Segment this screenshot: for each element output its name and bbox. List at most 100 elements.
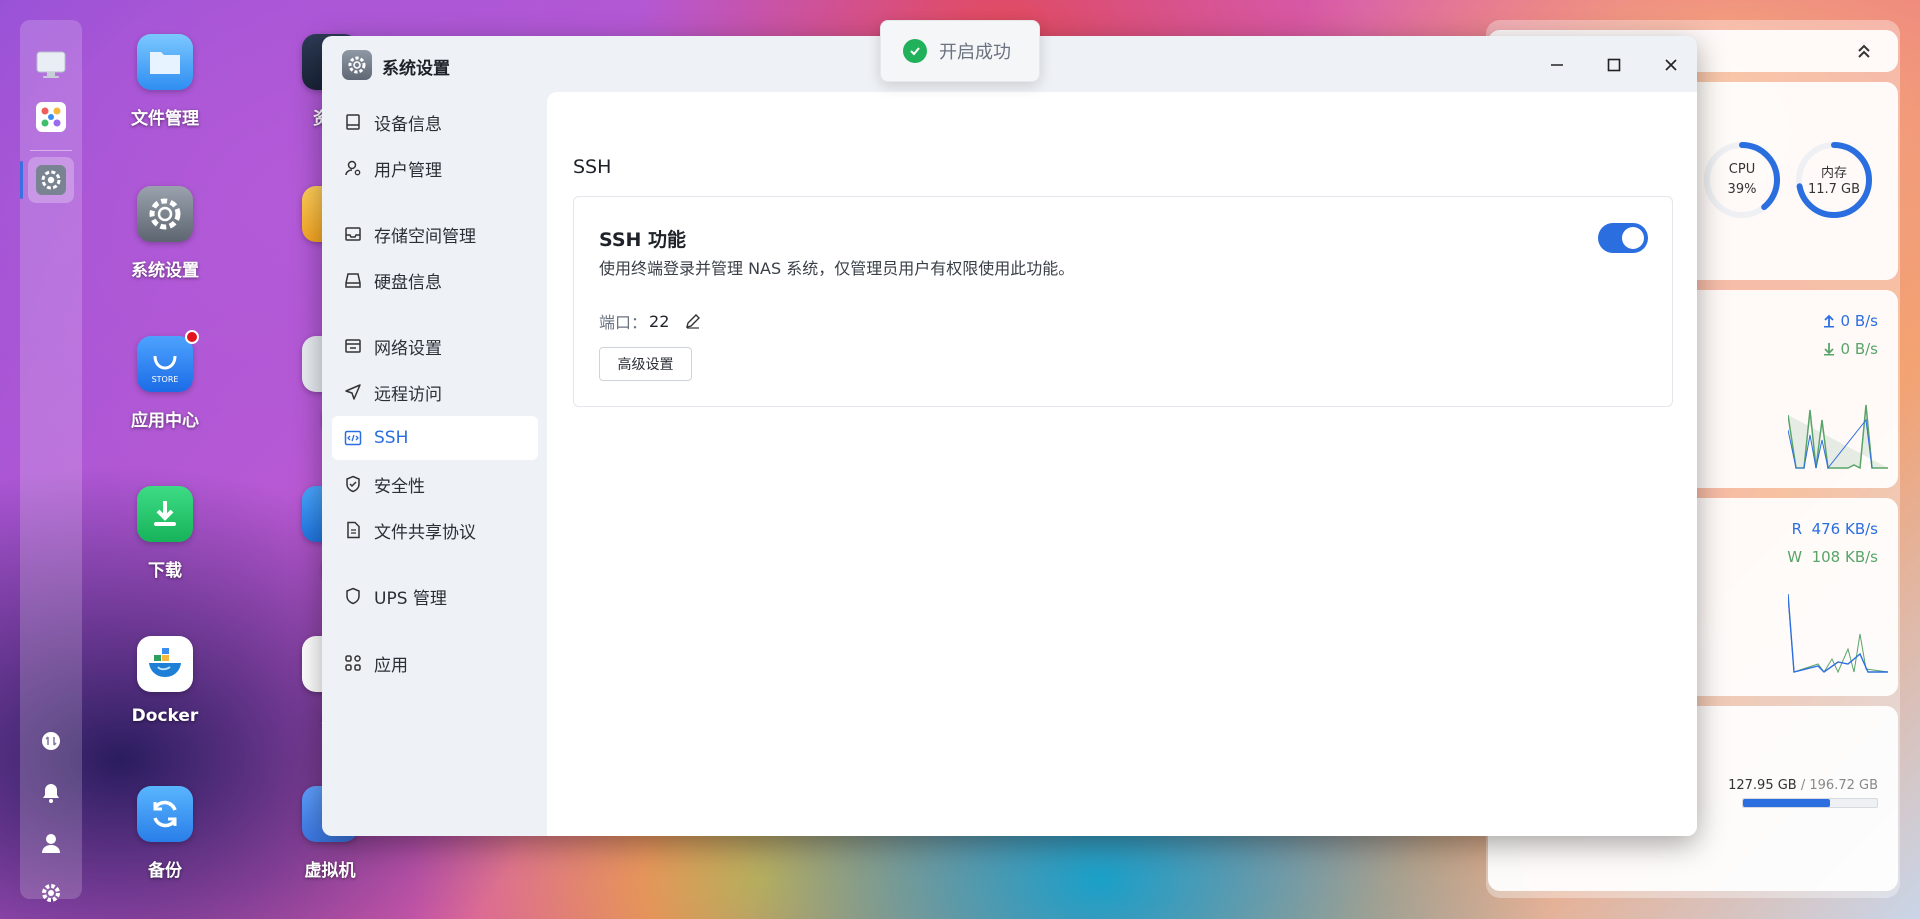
nav-item-security[interactable]: 安全性 (332, 462, 538, 506)
nav-item-storage[interactable]: 存储空间管理 (332, 212, 538, 256)
nav-item-apps[interactable]: 应用 (332, 641, 538, 685)
ssh-settings-card: SSH 功能 使用终端登录并管理 NAS 系统，仅管理员用户有权限使用此功能。 … (573, 196, 1673, 407)
nav-item-label: 应用 (374, 655, 408, 676)
nav-item-label: 用户管理 (374, 160, 442, 181)
edit-icon[interactable] (685, 313, 701, 329)
window-title: 系统设置 (382, 59, 450, 79)
settings-app-icon (342, 50, 372, 80)
nav-item-ups[interactable]: UPS 管理 (332, 574, 538, 618)
nav-item-remote-access[interactable]: 远程访问 (332, 370, 538, 414)
nav-item-label: SSH (374, 428, 409, 448)
disk-read-label: R (1791, 520, 1803, 538)
storage-usage-text: 127.95 GB / 196.72 GB (1728, 778, 1878, 793)
shield-icon (346, 587, 360, 605)
notification-dot (185, 330, 199, 344)
dock-divider (30, 150, 72, 151)
desktop-icon-app-center[interactable]: STORE 应用中心 (105, 330, 225, 431)
user-gear-icon (345, 160, 361, 176)
ssh-card-title: SSH 功能 (599, 229, 687, 251)
system-settings-window: 系统设置 设备信息 用户管理 存储空间管理 硬盘信息 网络设置 远程访问 SSH… (322, 36, 1697, 836)
backup-icon (137, 786, 193, 842)
ssh-port-row: 端口： 22 (599, 309, 701, 333)
store-text: STORE (151, 375, 179, 384)
ssh-card-description: 使用终端登录并管理 NAS 系统，仅管理员用户有权限使用此功能。 (599, 259, 1075, 278)
memory-gauge: 内存 11.7 GB (1794, 140, 1874, 220)
close-button[interactable] (1658, 52, 1684, 78)
nav-item-label: 存储空间管理 (374, 226, 476, 247)
storage-progress-fill (1743, 799, 1831, 807)
dock-preferences-button[interactable] (28, 870, 74, 916)
check-circle-icon (903, 39, 927, 63)
nav-item-label: UPS 管理 (374, 588, 447, 609)
disk-write-value: 108 KB/s (1811, 548, 1878, 566)
settings-sidebar: 设备信息 用户管理 存储空间管理 硬盘信息 网络设置 远程访问 SSH 安全性 (322, 92, 546, 836)
nav-item-label: 网络设置 (374, 338, 442, 359)
advanced-settings-button[interactable]: 高级设置 (599, 347, 692, 381)
user-icon (42, 834, 60, 853)
settings-content: SSH SSH 功能 使用终端登录并管理 NAS 系统，仅管理员用户有权限使用此… (547, 92, 1697, 836)
storage-icon (345, 227, 361, 241)
nav-item-label: 远程访问 (374, 384, 442, 405)
collapse-icon[interactable] (1856, 42, 1872, 60)
dock-apps-button[interactable] (28, 94, 74, 140)
desktop-icon-system-settings[interactable]: 系统设置 (105, 186, 225, 281)
dock-desktop-button[interactable] (28, 42, 74, 88)
desktop-icon-download[interactable]: 下载 (105, 486, 225, 581)
memory-label: 内存 (1820, 166, 1847, 181)
nav-item-ssh[interactable]: SSH (332, 416, 538, 460)
disk-io-sparkline (1788, 594, 1888, 674)
desktop-icon-label: 文件管理 (131, 109, 199, 129)
gear-icon (137, 186, 193, 242)
memory-value: 11.7 GB (1807, 182, 1861, 197)
nav-item-device-info[interactable]: 设备信息 (332, 100, 538, 144)
toast-message: 开启成功 (939, 42, 1011, 63)
folder-icon (137, 34, 193, 90)
section-title: SSH (573, 156, 612, 178)
dock-user-button[interactable] (28, 820, 74, 866)
port-value: 22 (649, 311, 670, 331)
bell-icon (43, 784, 59, 803)
download-speed: 0 B/s (1840, 340, 1878, 358)
cog-icon (42, 884, 60, 902)
desktop-icon-label: Docker (131, 706, 199, 726)
desktop-icon-label: 系统设置 (131, 261, 199, 281)
download-icon (137, 486, 193, 542)
nav-item-network[interactable]: 网络设置 (332, 324, 538, 368)
hard-disk-icon (345, 273, 361, 288)
dock-settings-button[interactable] (20, 157, 74, 203)
upload-speed: 0 B/s (1840, 312, 1878, 330)
shield-check-icon (346, 475, 360, 493)
success-toast: 开启成功 (880, 20, 1040, 82)
nav-item-disk-info[interactable]: 硬盘信息 (332, 258, 538, 302)
cpu-value: 39% (1727, 182, 1757, 197)
nav-item-label: 设备信息 (374, 114, 442, 135)
left-dock (20, 20, 82, 902)
apps-grid-icon (345, 655, 361, 671)
docker-icon (137, 636, 193, 692)
desktop-icon-backup[interactable]: 备份 (105, 786, 225, 881)
send-icon (345, 384, 361, 400)
storage-total: / 196.72 GB (1800, 778, 1878, 793)
ssh-toggle[interactable] (1598, 223, 1648, 253)
desktop-icon-file-manager[interactable]: 文件管理 (105, 34, 225, 129)
nav-item-user-management[interactable]: 用户管理 (332, 146, 538, 190)
dock-sync-button[interactable] (28, 718, 74, 764)
maximize-button[interactable] (1601, 52, 1627, 78)
monitor-icon (36, 51, 66, 78)
minimize-button[interactable] (1544, 52, 1570, 78)
code-icon (344, 430, 362, 446)
cpu-label: CPU (1728, 162, 1756, 177)
storage-used: 127.95 GB (1728, 778, 1797, 793)
nav-item-label: 安全性 (374, 476, 425, 497)
dock-notification-button[interactable] (28, 770, 74, 816)
desktop-icon-docker[interactable]: Docker (105, 636, 225, 726)
port-label: 端口： (599, 313, 648, 332)
desktop-icon-label: 应用中心 (131, 411, 199, 431)
network-icon (345, 339, 361, 353)
upload-icon (1823, 314, 1834, 328)
sync-icon (42, 732, 60, 750)
nav-item-file-sharing[interactable]: 文件共享协议 (332, 508, 538, 552)
gear-icon (36, 165, 66, 195)
disk-read-value: 476 KB/s (1811, 520, 1878, 538)
maximize-icon (1607, 58, 1621, 72)
